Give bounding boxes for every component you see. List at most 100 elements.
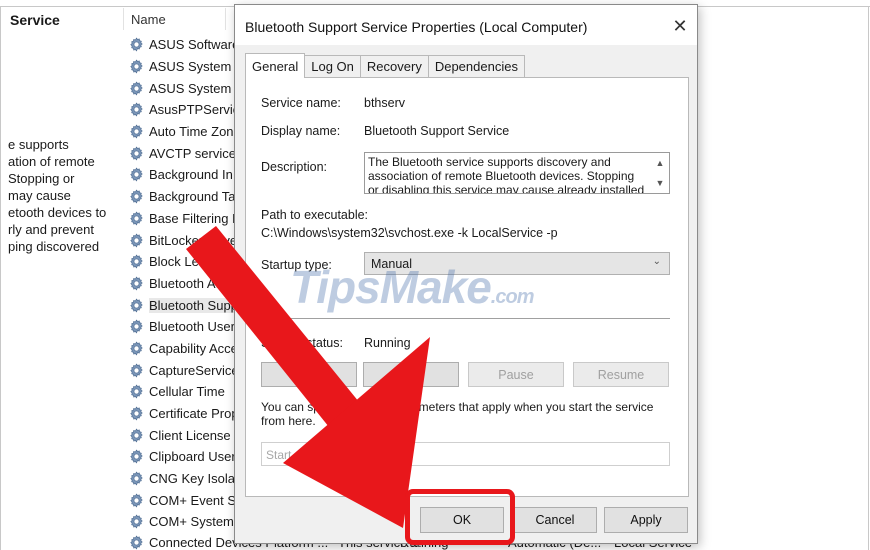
service-gear-icon — [128, 513, 145, 530]
service-name: Background Ta — [149, 189, 236, 205]
services-list-row[interactable]: Background Ta — [128, 186, 247, 208]
service-gear-icon — [128, 275, 145, 292]
service-gear-icon — [128, 188, 145, 205]
service-name: Bluetooth Supp — [149, 297, 238, 313]
column-header-name[interactable]: Name — [131, 12, 166, 27]
services-list-row[interactable]: Cellular Time — [128, 381, 247, 403]
display-name-value: Bluetooth Support Service — [364, 124, 510, 138]
service-gear-icon — [128, 534, 145, 550]
close-icon[interactable]: ✕ — [667, 13, 693, 39]
service-gear-icon — [128, 123, 145, 140]
service-gear-icon — [128, 470, 145, 487]
services-list: ASUS Software ASUS System A ASUS System D A… — [128, 34, 247, 533]
chevron-down-icon: ⌄ — [652, 256, 661, 267]
service-name: ASUS System D — [149, 80, 245, 96]
service-gear-icon — [128, 145, 145, 162]
services-list-row[interactable]: Bluetooth Supp — [128, 294, 247, 316]
apply-button[interactable]: Apply — [604, 507, 688, 533]
service-gear-icon — [128, 362, 145, 379]
services-list-row[interactable]: COM+ Event S — [128, 489, 247, 511]
pause-button[interactable]: Pause — [468, 362, 564, 387]
service-status-label: Service status: — [261, 336, 343, 350]
services-list-row[interactable]: Clipboard User — [128, 446, 247, 468]
cancel-button[interactable]: Cancel — [513, 507, 597, 533]
service-name: AVCTP service — [149, 145, 236, 161]
startup-type-label: Startup type: — [261, 258, 332, 272]
tab-log-on[interactable]: Log On — [304, 55, 361, 77]
services-list-row[interactable]: Auto Time Zon — [128, 121, 247, 143]
services-list-row[interactable]: BitLocker Drive — [128, 229, 247, 251]
dialog-title: Bluetooth Support Service Properties (Lo… — [245, 19, 588, 35]
services-list-row[interactable]: Bluetooth User — [128, 316, 247, 338]
services-list-row[interactable]: AVCTP service — [128, 142, 247, 164]
column-separator — [123, 8, 124, 30]
tab-dependencies[interactable]: Dependencies — [427, 55, 525, 77]
services-list-row[interactable]: CNG Key Isolat — [128, 468, 247, 490]
service-gear-icon — [128, 101, 145, 118]
start-button[interactable]: Start — [261, 362, 357, 387]
service-name: Capability Acce — [149, 340, 238, 356]
description-label: Description: — [261, 160, 327, 174]
stop-button[interactable]: Stop — [363, 362, 459, 387]
service-gear-icon — [128, 340, 145, 357]
services-list-row[interactable]: ASUS System A — [128, 56, 247, 78]
services-list-row[interactable]: Certificate Prop — [128, 403, 247, 425]
path-label: Path to executable: — [261, 208, 369, 222]
properties-dialog: Bluetooth Support Service Properties (Lo… — [234, 4, 698, 544]
services-list-row[interactable]: Capability Acce — [128, 338, 247, 360]
service-gear-icon — [128, 492, 145, 509]
service-gear-icon — [128, 80, 145, 97]
services-list-row[interactable]: Client License S — [128, 424, 247, 446]
section-divider — [260, 318, 670, 319]
service-gear-icon — [128, 405, 145, 422]
description-line: e supports — [8, 137, 69, 152]
service-status-value: Running — [364, 336, 411, 350]
service-name: COM+ System — [149, 514, 234, 530]
description-text: The Bluetooth service supports discovery… — [368, 155, 645, 194]
service-name-label: Service name: — [261, 96, 341, 110]
services-list-row[interactable]: ASUS System D — [128, 77, 247, 99]
startup-type-select[interactable]: Manual ⌄ — [364, 252, 670, 275]
services-list-row[interactable]: ASUS Software — [128, 34, 247, 56]
services-list-row[interactable]: AsusPTPService — [128, 99, 247, 121]
column-separator — [225, 8, 226, 30]
service-gear-icon — [128, 36, 145, 53]
services-list-row[interactable]: CaptureService — [128, 359, 247, 381]
service-name: COM+ Event S — [149, 492, 237, 508]
services-list-row[interactable]: Base Filtering E — [128, 208, 247, 230]
description-line: ation of remote — [8, 154, 95, 169]
description-line: etooth devices to — [8, 205, 107, 220]
services-list-row[interactable]: Background In — [128, 164, 247, 186]
window-border-left — [0, 6, 1, 550]
service-gear-icon — [128, 383, 145, 400]
service-gear-icon — [128, 427, 145, 444]
service-name: Certificate Prop — [149, 406, 239, 422]
start-parameters-field[interactable]: Start parameters: — [261, 442, 670, 466]
display-name-label: Display name: — [261, 124, 341, 138]
service-name: Bluetooth User — [149, 319, 235, 335]
service-name: Client License S — [149, 427, 243, 443]
service-name: Auto Time Zon — [149, 124, 234, 140]
service-name: Block Level — [149, 254, 216, 270]
ok-button[interactable]: OK — [420, 507, 504, 533]
tab-strip: General Log On Recovery Dependencies — [245, 53, 525, 78]
resume-button[interactable]: Resume — [573, 362, 669, 387]
service-name: CaptureService — [149, 362, 239, 378]
scroll-down-icon[interactable]: ▼ — [656, 176, 665, 190]
description-scrollbar[interactable]: ▲ ▼ — [651, 153, 669, 193]
service-name: ASUS System A — [149, 59, 243, 75]
services-list-row[interactable]: Bluetooth Au — [128, 273, 247, 295]
service-gear-icon — [128, 253, 145, 270]
service-gear-icon — [128, 448, 145, 465]
service-name: Cellular Time — [149, 384, 225, 400]
startup-type-value: Manual — [371, 257, 412, 271]
description-textbox[interactable]: The Bluetooth service supports discovery… — [364, 152, 670, 194]
services-list-row[interactable]: Block Level — [128, 251, 247, 273]
service-name: Clipboard User — [149, 449, 236, 465]
services-list-row[interactable]: COM+ System — [128, 511, 247, 533]
tab-general[interactable]: General — [245, 53, 306, 78]
tab-recovery[interactable]: Recovery — [359, 55, 429, 77]
scroll-up-icon[interactable]: ▲ — [656, 156, 665, 170]
service-name: AsusPTPService — [149, 102, 247, 118]
service-name-value: bthserv — [364, 96, 405, 110]
